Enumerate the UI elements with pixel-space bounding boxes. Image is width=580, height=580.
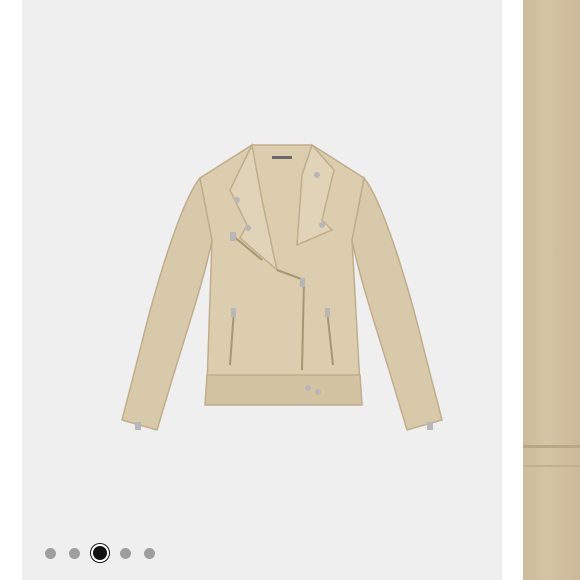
main-product-slide[interactable] [22, 0, 502, 580]
pagination-dot[interactable] [144, 547, 155, 559]
pagination-dot-active[interactable] [93, 546, 107, 560]
fabric-closeup-image[interactable] [523, 0, 580, 580]
seam-detail [523, 445, 580, 448]
pagination-dot[interactable] [120, 547, 131, 559]
pagination-dot[interactable] [45, 547, 56, 559]
pagination-dot[interactable] [69, 547, 80, 559]
jacket-product-image [121, 142, 443, 431]
seam-detail [523, 465, 580, 467]
carousel-pagination [45, 542, 155, 564]
product-image-carousel[interactable] [0, 0, 580, 580]
